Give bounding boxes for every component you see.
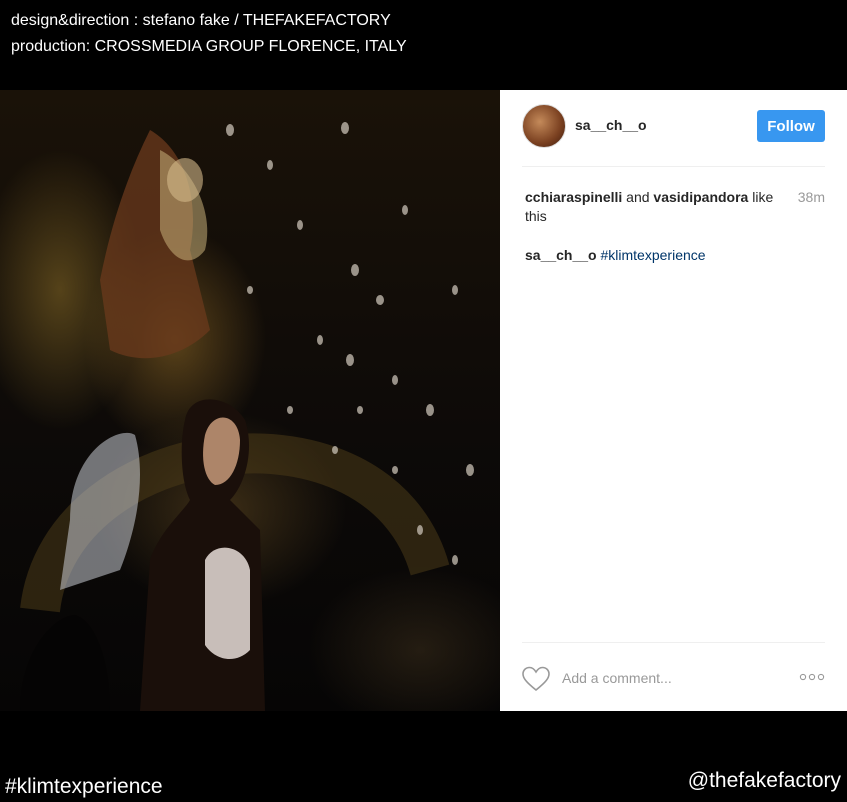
ellipsis-icon[interactable]: [799, 670, 825, 684]
liker-link[interactable]: vasidipandora: [653, 189, 748, 205]
caption-hashtag[interactable]: #klimtexperience: [601, 247, 706, 263]
heart-icon[interactable]: [522, 666, 550, 692]
comment-bar: Add a comment...: [522, 664, 825, 694]
likes-connector: and: [622, 189, 654, 205]
credits-overlay: design&direction : stefano fake / THEFAK…: [11, 8, 407, 60]
credits-line-direction: design&direction : stefano fake / THEFAK…: [11, 12, 391, 29]
post-caption: sa__ch__o #klimtexperience: [525, 247, 706, 263]
post-photo[interactable]: [0, 90, 500, 711]
footer-handle: @thefakefactory: [687, 769, 841, 792]
photo-scene: [20, 122, 474, 711]
post-timestamp[interactable]: 38m: [798, 189, 825, 205]
follow-button[interactable]: Follow: [757, 110, 825, 142]
credits-line-production: production: CROSSMEDIA GROUP FLORENCE, I…: [11, 38, 407, 55]
post-username[interactable]: sa__ch__o: [575, 117, 647, 133]
liker-link[interactable]: cchiaraspinelli: [525, 189, 622, 205]
comments-divider: [522, 642, 825, 643]
caption-username[interactable]: sa__ch__o: [525, 247, 597, 263]
comment-input[interactable]: Add a comment...: [562, 670, 672, 686]
likes-summary: cchiaraspinelli and vasidipandora like t…: [525, 188, 775, 226]
post-side-panel: sa__ch__o Follow cchiaraspinelli and vas…: [500, 90, 847, 711]
post-header: sa__ch__o Follow: [522, 104, 825, 152]
header-divider: [522, 166, 825, 167]
footer-hashtag: #klimtexperience: [5, 775, 163, 798]
avatar[interactable]: [522, 104, 566, 148]
